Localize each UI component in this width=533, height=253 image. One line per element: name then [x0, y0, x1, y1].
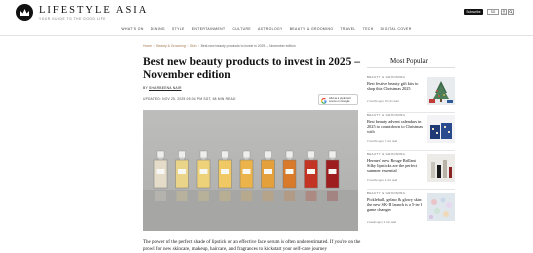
site-tagline: YOUR GUIDE TO THE GOOD LIFE — [39, 17, 107, 21]
popular-item-meta: 9 months ago | 2 min read — [367, 179, 398, 182]
most-popular-item[interactable]: BEAUTY & GROOMING Hermes' new Rouge Bril… — [367, 152, 455, 192]
popular-item-meta: 3 months ago | 7 min read — [367, 140, 398, 143]
article-body: The power of the perfect shade of lipsti… — [143, 240, 361, 252]
popular-item-category[interactable]: BEAUTY & GROOMING — [367, 191, 405, 195]
perfume-bottle — [282, 150, 297, 201]
popular-item-meta: 2 months ago | 16 min read — [367, 100, 399, 103]
nav-item-culture[interactable]: CULTURE — [232, 26, 251, 33]
perfume-bottle — [218, 150, 232, 201]
popular-item-headline[interactable]: Best festive beauty gift kits to shop th… — [367, 81, 424, 91]
main-nav: WHAT'S ON DINING STYLE ENTERTAINMENT CUL… — [0, 26, 533, 33]
popular-item-meta: 2 weeks ago | 3 min read — [367, 221, 396, 224]
nav-item-beauty-grooming[interactable]: BEAUTY & GROOMING — [290, 26, 334, 33]
nav-item-style[interactable]: STYLE — [172, 26, 185, 33]
google-preferred-source-button[interactable]: Add as a preferred source on Google — [318, 94, 358, 105]
byline-prefix: BY — [143, 86, 148, 90]
popular-item-headline[interactable]: Pickleball, gelato & glowy skin: the new… — [367, 197, 424, 213]
popular-item-headline[interactable]: Hermes' new Rouge Brillant Silky lipstic… — [367, 158, 424, 174]
nav-item-travel[interactable]: TRAVEL — [340, 26, 355, 33]
most-popular-item[interactable]: BEAUTY & GROOMING Best beauty advent cal… — [367, 113, 455, 153]
most-popular-item[interactable]: BEAUTY & GROOMING Pickleball, gelato & g… — [367, 191, 455, 231]
popular-item-thumbnail[interactable] — [427, 77, 455, 105]
google-button-line-2: source on Google — [329, 99, 350, 103]
article-updated: UPDATED: NOV 25, 2025 05:04 PM SGT, 68 M… — [143, 97, 236, 101]
most-popular-rule — [367, 67, 455, 68]
perfume-bottle — [196, 150, 211, 201]
article-title: Best new beauty products to invest in 20… — [143, 56, 361, 81]
perfume-bottle — [261, 150, 275, 201]
most-popular-title: Most Popular — [390, 57, 428, 65]
nav-divider — [0, 35, 533, 36]
breadcrumb: Home › Beauty & Grooming › Skin › Best new bea… — [143, 44, 296, 48]
perfume-bottle — [153, 150, 168, 201]
nav-item-astrology[interactable]: ASTROLOGY — [258, 26, 283, 33]
popular-item-category[interactable]: BEAUTY & GROOMING — [367, 75, 405, 79]
breadcrumb-category[interactable]: Beauty & Grooming — [156, 44, 186, 48]
nav-item-digital-cover[interactable]: DIGITAL COVER — [381, 26, 412, 33]
perfume-bottles-photo — [143, 150, 358, 231]
region-selector[interactable]: SG — [487, 9, 499, 15]
breadcrumb-subcategory[interactable]: Skin — [190, 44, 197, 48]
most-popular-item[interactable]: BEAUTY & GROOMING Best festive beauty gi… — [367, 75, 455, 115]
user-icon[interactable] — [501, 9, 507, 15]
nav-item-whats-on[interactable]: WHAT'S ON — [121, 26, 143, 33]
popular-item-thumbnail[interactable] — [427, 193, 455, 221]
perfume-bottle — [239, 150, 254, 201]
nav-item-dining[interactable]: DINING — [151, 26, 165, 33]
breadcrumb-current: Best new beauty products to invest in 20… — [200, 44, 296, 48]
hero-image — [143, 110, 358, 231]
site-name[interactable]: LIFESTYLE ASIA — [39, 5, 148, 16]
nav-item-entertainment[interactable]: ENTERTAINMENT — [192, 26, 226, 33]
perfume-bottle — [325, 150, 340, 201]
search-icon[interactable] — [508, 9, 514, 15]
crown-logo-icon[interactable] — [16, 4, 33, 21]
perfume-bottle — [175, 150, 189, 201]
popular-item-thumbnail[interactable] — [427, 115, 455, 143]
author-link[interactable]: SHARBEENA NAIR — [149, 86, 182, 90]
nav-item-tech[interactable]: TECH — [363, 26, 374, 33]
popular-item-headline[interactable]: Best beauty advent calendars in 2025 to … — [367, 119, 424, 135]
popular-item-thumbnail[interactable] — [427, 154, 455, 182]
byline: BY SHARBEENA NAIR — [143, 86, 182, 90]
breadcrumb-home[interactable]: Home — [143, 44, 152, 48]
subscribe-button[interactable]: Subscribe — [464, 9, 483, 15]
popular-item-category[interactable]: BEAUTY & GROOMING — [367, 113, 405, 117]
google-icon — [321, 91, 327, 109]
perfume-bottle — [304, 150, 318, 201]
popular-item-category[interactable]: BEAUTY & GROOMING — [367, 152, 405, 156]
